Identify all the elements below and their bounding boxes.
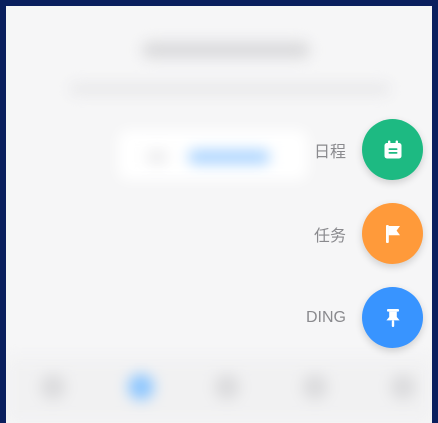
- background-title-placeholder: [142, 42, 310, 58]
- background-tab: [390, 374, 416, 400]
- background-tab: [214, 374, 240, 400]
- pin-icon: [381, 306, 405, 330]
- background-tab: [302, 374, 328, 400]
- flag-icon: [381, 222, 405, 246]
- speed-dial-item-ding[interactable]: DING: [6, 287, 432, 349]
- speed-dial-item-task[interactable]: 任务: [6, 203, 432, 265]
- background-subtitle-placeholder: [70, 84, 390, 94]
- app-screen: 日程 任务 DING: [6, 6, 432, 423]
- speed-dial-item-schedule[interactable]: 日程: [6, 119, 432, 181]
- calendar-icon: [381, 138, 405, 162]
- schedule-button[interactable]: [362, 119, 423, 180]
- ding-button[interactable]: [362, 287, 423, 348]
- background-tab-active: [128, 374, 154, 400]
- speed-dial-label-task: 任务: [313, 228, 346, 245]
- speed-dial-label-schedule: 日程: [313, 144, 346, 161]
- speed-dial-label-ding: DING: [306, 309, 346, 326]
- background-tab: [40, 374, 66, 400]
- task-button[interactable]: [362, 203, 423, 264]
